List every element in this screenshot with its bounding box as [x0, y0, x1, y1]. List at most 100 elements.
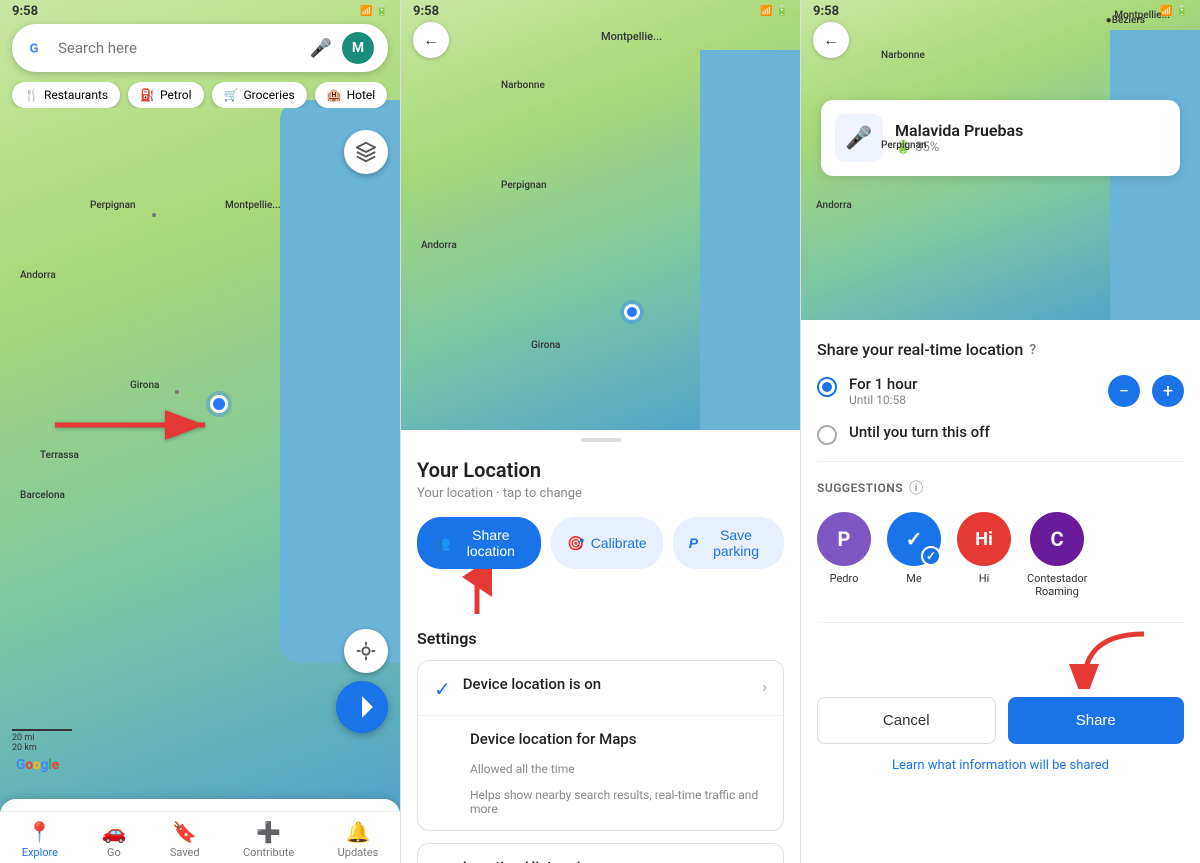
back-button-3[interactable]: ←: [813, 22, 849, 58]
action-buttons: 👥 Share location 🎯 Calibrate P Save park…: [417, 517, 784, 569]
save-parking-label: Save parking: [704, 527, 768, 559]
panel2-location-dot: [624, 304, 640, 320]
option-1-sub: Until 10:58: [849, 393, 917, 407]
directions-button[interactable]: [336, 681, 388, 733]
contact-hi[interactable]: Hi Hi: [957, 512, 1011, 598]
scale-text-bottom: 20 km: [12, 743, 72, 753]
calibrate-button[interactable]: 🎯 Calibrate: [551, 517, 662, 569]
search-bar[interactable]: G Search here 🎤 M: [12, 24, 388, 72]
bottom-action-row: Cancel Share: [817, 697, 1184, 744]
status-icons-1: 📶 🔋: [360, 6, 388, 17]
city-narbonne-3: Narbonne: [881, 50, 925, 61]
saved-icon: 🔖: [172, 820, 197, 844]
city-girona-2: Girona: [531, 340, 560, 351]
mic-icon[interactable]: 🎤: [310, 38, 332, 59]
location-target-icon: [355, 640, 377, 662]
contact-avatar-hi: Hi: [957, 512, 1011, 566]
layers-button[interactable]: [344, 130, 388, 174]
settings-item-device-location[interactable]: ✓ Device location is on ›: [418, 661, 783, 716]
share-location-button[interactable]: 👥 Share location: [417, 517, 541, 569]
svg-text:G: G: [30, 42, 39, 57]
city-dot-perpignan: [152, 213, 156, 217]
contribute-label: Contribute: [243, 846, 294, 859]
city-narbonne-2: Narbonne: [501, 80, 545, 91]
category-petrol[interactable]: ⛽ Petrol: [128, 82, 203, 108]
status-bar-2: 9:58 📶 🔋: [401, 0, 800, 23]
share-button[interactable]: Share: [1008, 697, 1185, 744]
category-restaurants[interactable]: 🍴 Restaurants: [12, 82, 120, 108]
search-input[interactable]: Search here: [58, 39, 300, 57]
help-icon[interactable]: ?: [1029, 342, 1036, 358]
category-hotel[interactable]: 🏨 Hotel: [315, 82, 388, 108]
option-until-off[interactable]: Until you turn this off: [817, 423, 1184, 445]
contact-letter-pedro: P: [838, 527, 851, 551]
red-arrow-container-2: [417, 579, 784, 619]
parking-icon: P: [689, 535, 698, 551]
panel2-water: [700, 50, 800, 430]
share-location-label: Share location: [456, 527, 525, 559]
panel3-header: ←: [813, 22, 849, 58]
category-groceries[interactable]: 🛒 Groceries: [212, 82, 307, 108]
battery-icon-3: 🔋: [1176, 6, 1188, 17]
cancel-button[interactable]: Cancel: [817, 697, 996, 744]
restaurants-icon: 🍴: [24, 88, 39, 102]
battery-icon-2: 🔋: [776, 6, 788, 17]
nav-contribute[interactable]: ➕ Contribute: [243, 820, 294, 859]
share-card: 🎤 Malavida Pruebas 🔋 35%: [821, 100, 1180, 176]
nav-explore[interactable]: 📍 Explore: [22, 820, 58, 859]
option-2-text: Until you turn this off: [849, 423, 990, 441]
radio-until-off[interactable]: [817, 425, 837, 445]
user-avatar[interactable]: M: [342, 32, 374, 64]
nav-updates[interactable]: 🔔 Updates: [338, 820, 379, 859]
plus-button[interactable]: +: [1152, 375, 1184, 407]
category-bar: 🍴 Restaurants ⛽ Petrol 🛒 Groceries 🏨 Hot…: [0, 82, 400, 108]
panel-2-your-location: Montpellie... Narbonne Perpignan Andorra…: [400, 0, 800, 863]
suggestions-header: SUGGESTIONS ⓘ: [817, 478, 1184, 498]
panel-1-main-map: Narbonne Carcassonne Perpignan Andorra G…: [0, 0, 400, 863]
suggestions-info-icon[interactable]: ⓘ: [909, 478, 923, 498]
status-time-1: 9:58: [12, 4, 38, 19]
saved-label: Saved: [170, 846, 200, 859]
save-parking-button[interactable]: P Save parking: [673, 517, 784, 569]
map-water: [280, 100, 400, 663]
status-time-2: 9:58: [413, 4, 439, 19]
updates-label: Updates: [338, 846, 379, 859]
google-logo: Google: [16, 757, 59, 773]
your-location-sub: Your location · tap to change: [417, 486, 784, 501]
directions-icon: [349, 694, 375, 720]
minus-button[interactable]: −: [1108, 375, 1140, 407]
settings-card-2: ✓ Location History is on Auto-delete is …: [417, 843, 784, 863]
battery-percent: 35%: [915, 140, 939, 155]
go-label: Go: [107, 846, 121, 859]
radio-1-hour[interactable]: [817, 377, 837, 397]
nav-go[interactable]: 🚗 Go: [101, 820, 126, 859]
city-label-perpignan: Perpignan: [90, 200, 136, 211]
real-time-title: Share your real-time location ?: [817, 340, 1184, 359]
current-location-button[interactable]: [344, 629, 388, 673]
scale-line: [12, 729, 72, 731]
city-label-girona: Girona: [130, 380, 159, 391]
hotel-label: Hotel: [347, 88, 376, 102]
option-1-hour[interactable]: For 1 hour Until 10:58 − +: [817, 375, 1184, 407]
contact-name-contestador: Contestador Roaming: [1027, 572, 1087, 598]
settings-item-location-history[interactable]: ✓ Location History is on Auto-delete is …: [418, 844, 783, 863]
battery-icon-card: 🔋: [895, 140, 911, 155]
share-card-info: Malavida Pruebas 🔋 35%: [895, 121, 1023, 155]
google-maps-logo: G: [26, 37, 48, 59]
contact-me[interactable]: ✓ ✓ Me: [887, 512, 941, 598]
back-button-2[interactable]: ←: [413, 22, 449, 58]
learn-link[interactable]: Learn what information will be shared: [817, 758, 1184, 773]
nav-saved[interactable]: 🔖 Saved: [170, 820, 200, 859]
contact-letter-me: ✓: [906, 527, 923, 551]
groceries-label: Groceries: [243, 88, 294, 102]
chevron-right-1: ›: [762, 677, 767, 696]
option-1-text: For 1 hour Until 10:58: [849, 375, 917, 407]
contact-contestador[interactable]: C Contestador Roaming: [1027, 512, 1087, 598]
settings-item-location-maps[interactable]: Device location for Maps Allowed all the…: [418, 716, 783, 830]
scale-text-top: 20 mi: [12, 733, 72, 743]
city-dot-girona: [175, 390, 179, 394]
petrol-icon: ⛽: [140, 88, 155, 102]
contact-pedro[interactable]: P Pedro: [817, 512, 871, 598]
share-card-battery: 🔋 35%: [895, 140, 1023, 155]
restaurants-label: Restaurants: [44, 88, 108, 102]
